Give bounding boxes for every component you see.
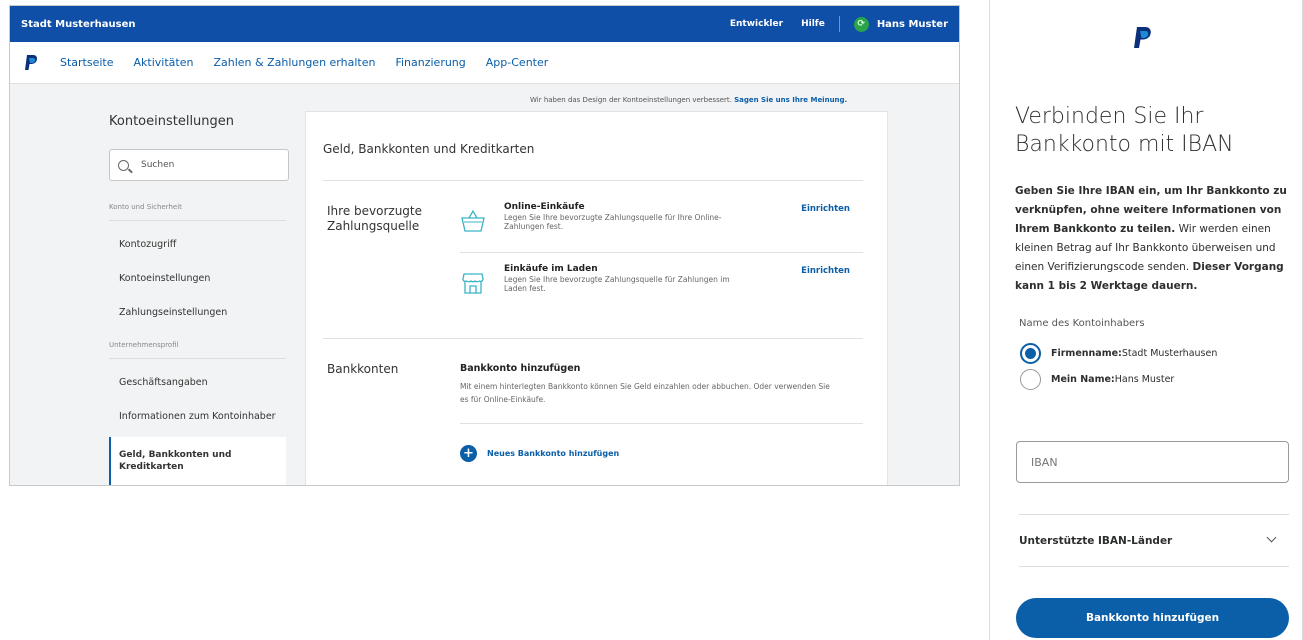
section-header-konto: Konto und Sicherheit <box>109 203 286 221</box>
option2-value: Hans Muster <box>1114 374 1175 385</box>
store-purchases-desc: Legen Sie Ihre bevorzugte Zahlungsquelle… <box>504 275 730 293</box>
nav-zahlen[interactable]: Zahlen & Zahlungen erhalten <box>213 56 375 69</box>
sidebar-item-zahlungseinstellungen[interactable]: Zahlungseinstellungen <box>109 295 289 329</box>
sidebar-item-kontozugriff[interactable]: Kontozugriff <box>109 227 289 261</box>
add-bank-title: Bankkonto hinzufügen <box>460 363 581 374</box>
divider <box>460 252 863 253</box>
radio-unchecked-icon[interactable] <box>1020 369 1041 390</box>
store-purchases-row: Einkäufe im Laden Legen Sie Ihre bevorzu… <box>460 264 860 309</box>
radio-my-name[interactable]: Mein Name: Hans Muster <box>1020 369 1174 390</box>
nav-aktivitaeten[interactable]: Aktivitäten <box>134 56 194 69</box>
option2-label: Mein Name: <box>1051 374 1115 385</box>
online-setup-link[interactable]: Einrichten <box>801 204 850 214</box>
add-new-bank-label: Neues Bankkonto hinzufügen <box>487 449 620 458</box>
radio-checked-icon[interactable] <box>1020 343 1041 364</box>
sidebar-title: Kontoeinstellungen <box>109 114 235 129</box>
radio-company-name[interactable]: Firmenname: Stadt Musterhausen <box>1020 343 1217 364</box>
plus-icon: + <box>460 445 477 462</box>
help-link[interactable]: Hilfe <box>801 19 825 29</box>
section-header-unternehmen: Unternehmensprofil <box>109 341 286 359</box>
paypal-logo-icon <box>1134 27 1151 48</box>
option1-label: Firmenname: <box>1051 348 1122 359</box>
sidebar-item-geschaeftsangaben[interactable]: Geschäftsangaben <box>109 365 289 399</box>
org-name: Stadt Musterhausen <box>21 18 136 30</box>
add-new-bank-link[interactable]: + Neues Bankkonto hinzufügen <box>460 445 619 462</box>
sidebar-search-input[interactable]: Suchen <box>109 149 289 181</box>
store-icon <box>462 273 484 294</box>
option1-value: Stadt Musterhausen <box>1121 348 1218 359</box>
feedback-link[interactable]: Sagen Sie uns Ihre Meinung. <box>734 96 847 104</box>
user-avatar-icon[interactable]: ⟳ <box>853 16 869 32</box>
top-bar: Stadt Musterhausen Entwickler Hilfe ⟳ Ha… <box>10 6 959 42</box>
iban-input[interactable] <box>1016 441 1289 483</box>
account-holder-label: Name des Kontoinhabers <box>1019 318 1145 329</box>
store-purchases-title: Einkäufe im Laden <box>504 264 598 274</box>
developer-link[interactable]: Entwickler <box>730 19 783 29</box>
store-setup-link[interactable]: Einrichten <box>801 266 850 276</box>
preferred-source-label: Ihre bevorzugte Zahlungsquelle <box>327 204 422 233</box>
add-bank-account-button[interactable]: Bankkonto hinzufügen <box>1016 598 1289 638</box>
user-name[interactable]: Hans Muster <box>877 19 948 30</box>
divider <box>323 338 863 339</box>
modal-heading: Verbinden Sie Ihr Bankkonto mit IBAN <box>1015 104 1234 157</box>
notice-text: Wir haben das Design der Kontoeinstellun… <box>530 96 735 104</box>
nav-finanzierung[interactable]: Finanzierung <box>395 56 465 69</box>
countries-label: Unterstützte IBAN-Länder <box>1019 534 1173 547</box>
online-purchases-title: Online-Einkäufe <box>504 202 585 212</box>
chevron-down-icon <box>1266 532 1277 543</box>
money-bank-card: Geld, Bankkonten und Kreditkarten Ihre b… <box>305 111 888 485</box>
paypal-logo-icon[interactable] <box>24 54 38 71</box>
sidebar-item-kontoinhaber[interactable]: Informationen zum Kontoinhaber <box>109 399 289 433</box>
divider <box>323 180 863 181</box>
modal-intro: Geben Sie Ihre IBAN ein, um Ihr Bankkont… <box>1015 182 1295 296</box>
nav-app-center[interactable]: App-Center <box>486 56 548 69</box>
account-settings-screenshot: Stadt Musterhausen Entwickler Hilfe ⟳ Ha… <box>9 5 960 486</box>
search-placeholder: Suchen <box>141 160 175 170</box>
bank-accounts-label: Bankkonten <box>327 362 399 376</box>
supported-countries-dropdown[interactable]: Unterstützte IBAN-Länder <box>1019 514 1289 567</box>
sidebar-item-geld-bankkonten[interactable]: Geld, Bankkonten und Kreditkarten <box>109 437 286 485</box>
settings-sidebar: Kontoeinstellungen Suchen Konto und Sich… <box>109 114 289 485</box>
sidebar-item-kontoeinstellungen[interactable]: Kontoeinstellungen <box>109 261 289 295</box>
online-purchases-row: Online-Einkäufe Legen Sie Ihre bevorzugt… <box>460 202 860 247</box>
design-notice: Wir haben das Design der Kontoeinstellun… <box>530 96 847 104</box>
divider <box>838 16 840 32</box>
add-bank-desc: Mit einem hinterlegten Bankkonto können … <box>460 382 830 404</box>
search-icon <box>118 159 129 171</box>
nav-startseite[interactable]: Startseite <box>60 56 114 69</box>
iban-link-modal: Verbinden Sie Ihr Bankkonto mit IBAN Geb… <box>989 0 1303 640</box>
card-title: Geld, Bankkonten und Kreditkarten <box>323 142 535 156</box>
main-nav: Startseite Aktivitäten Zahlen & Zahlunge… <box>10 42 959 84</box>
divider <box>460 423 863 424</box>
shopping-basket-icon <box>461 209 485 232</box>
online-purchases-desc: Legen Sie Ihre bevorzugte Zahlungsquelle… <box>504 213 722 231</box>
